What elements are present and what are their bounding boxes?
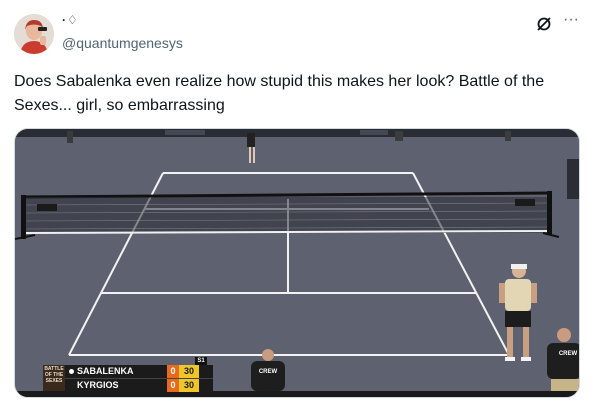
player-name: SABALENKA <box>77 366 134 376</box>
player-set-score: 0 <box>167 379 179 392</box>
scoreboard-row: KYRGIOS 0 30 <box>65 379 213 392</box>
scoreboard-logo: BATTLE OF THE SEXES <box>43 365 65 391</box>
scoreboard-row: SABALENKA 0 30 <box>65 365 213 379</box>
player-name: KYRGIOS <box>77 380 119 390</box>
avatar[interactable] <box>14 14 54 54</box>
crew-shirt-text: CREW <box>559 351 578 357</box>
player-points: 30 <box>179 365 199 378</box>
grok-icon[interactable] <box>536 16 552 32</box>
tweet-media[interactable]: CREW CREW BATTLE OF THE SEXES S1 SABALEN… <box>14 128 580 398</box>
set-label: S1 <box>195 357 207 365</box>
tweet-text: Does Sabalenka even realize how stupid t… <box>14 73 545 114</box>
avatar-image <box>14 14 54 54</box>
tweet-card: ·♢ @quantumgenesys ··· Does Sabalenka ev… <box>0 0 594 402</box>
more-options-icon[interactable]: ··· <box>560 12 582 29</box>
author-handle[interactable]: @quantumgenesys <box>62 35 183 51</box>
scoreboard: BATTLE OF THE SEXES S1 SABALENKA 0 30 KY… <box>43 357 213 392</box>
crew-shirt-text: CREW <box>259 369 278 375</box>
author-display-name[interactable]: ·♢ <box>62 13 79 27</box>
player-points: 30 <box>179 379 199 392</box>
player-set-score: 0 <box>167 365 179 378</box>
serve-indicator-icon <box>69 369 74 374</box>
